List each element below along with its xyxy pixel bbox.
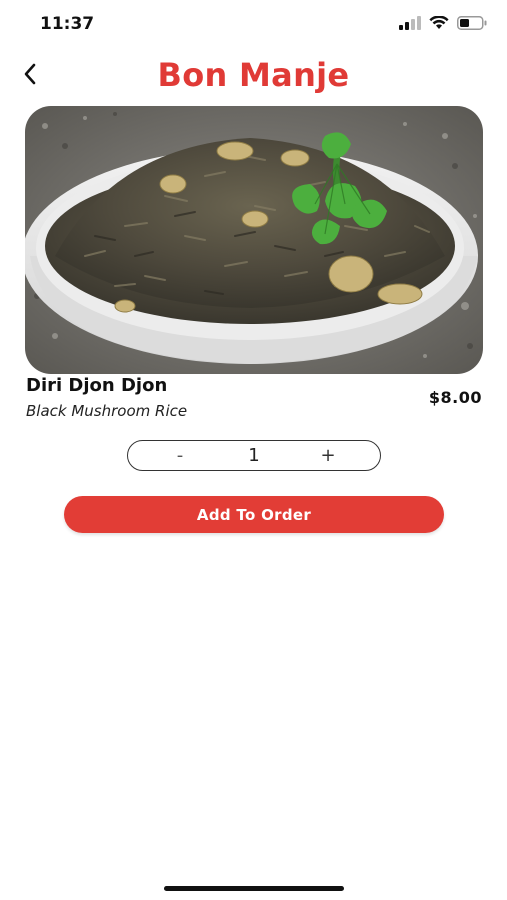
add-to-order-button[interactable]: Add To Order bbox=[64, 496, 444, 533]
quantity-stepper: - 1 + bbox=[127, 440, 381, 471]
decrement-button[interactable]: - bbox=[170, 445, 190, 466]
item-name: Diri Djon Djon bbox=[26, 375, 168, 396]
item-price: $8.00 bbox=[428, 388, 482, 407]
home-indicator bbox=[164, 886, 344, 891]
wifi-icon bbox=[429, 15, 449, 34]
app-title: Bon Manje bbox=[157, 56, 350, 94]
food-image bbox=[25, 106, 483, 374]
status-time: 11:37 bbox=[40, 14, 95, 34]
cellular-signal-icon bbox=[399, 15, 421, 34]
status-bar: 11:37 bbox=[0, 0, 507, 48]
quantity-value: 1 bbox=[248, 445, 260, 466]
increment-button[interactable]: + bbox=[318, 445, 338, 466]
item-description: Black Mushroom Rice bbox=[26, 402, 188, 420]
header: Bon Manje bbox=[0, 52, 507, 102]
battery-icon bbox=[457, 15, 487, 34]
status-icons bbox=[399, 15, 487, 34]
